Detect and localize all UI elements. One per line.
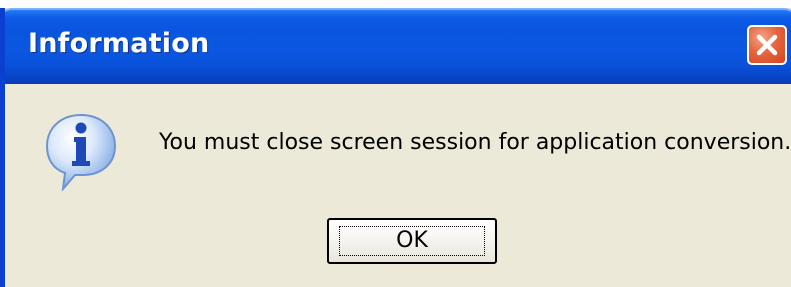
message-text: You must close screen session for applic… xyxy=(159,130,791,155)
close-button[interactable] xyxy=(747,25,787,65)
information-dialog: Information You must close screen sessio… xyxy=(0,8,791,287)
information-icon xyxy=(45,113,117,191)
dialog-body: You must close screen session for applic… xyxy=(5,84,791,287)
ok-button[interactable]: OK xyxy=(327,218,497,264)
dialog-title: Information xyxy=(28,28,210,59)
ok-button-label: OK xyxy=(396,228,428,253)
close-icon xyxy=(756,34,778,56)
title-bar[interactable]: Information xyxy=(5,8,791,84)
